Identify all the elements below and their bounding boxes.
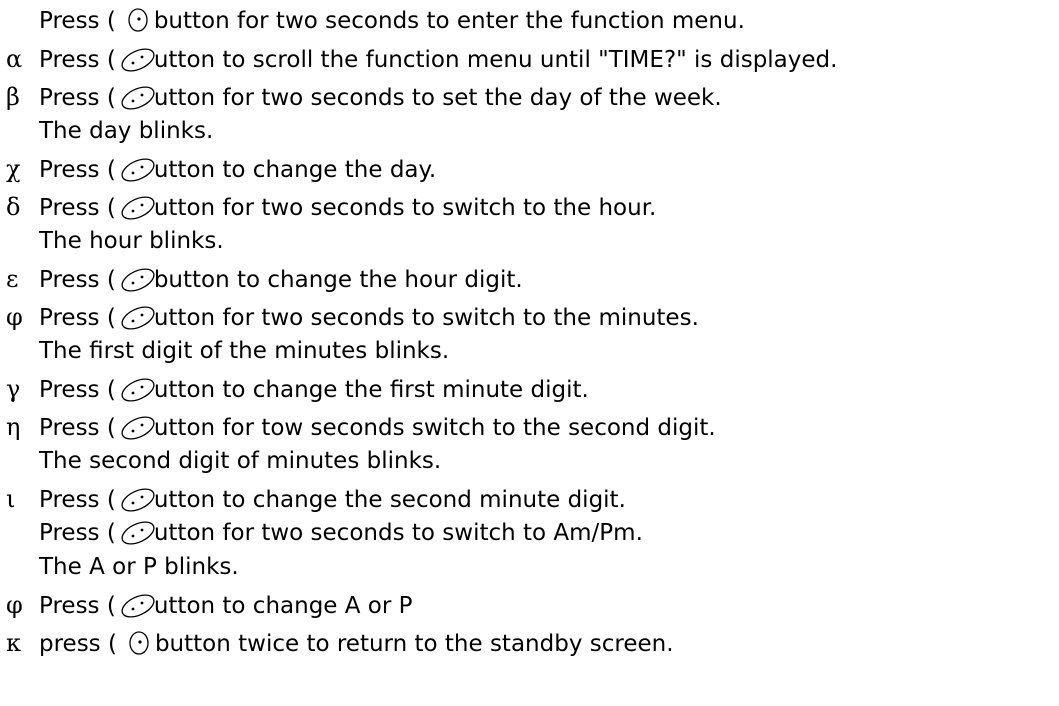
instruction-line: γ Press ( utton to change the first minute… [6,372,589,406]
instruction-line: Press ( utton for two seconds to switch t… [6,516,643,550]
list-marker: β [6,83,20,111]
instruction-line: φ Press ( utton to change A or P [6,588,413,622]
list-marker: φ [6,303,23,331]
press-text: Press ( [39,520,116,546]
instruction-line: φ Press ( utton for two seconds to switch … [6,300,699,334]
oval-button-icon [116,82,162,112]
list-marker: α [6,45,23,73]
list-marker: χ [6,155,21,183]
oval-button-icon [116,264,162,294]
oval-button-icon [116,44,162,74]
press-text: Press ( [39,487,116,513]
list-marker: κ [6,629,21,657]
instruction-line: χ Press ( utton to change the day. [6,152,436,186]
instruction-line: δ Press ( utton for two seconds to switch … [6,190,656,224]
instruction-document: Press ( button for two seconds to enter t… [0,0,1059,706]
press-text: Press ( [39,47,116,73]
instruction-text: button twice to return to the standby sc… [154,631,674,657]
instruction-line: η Press ( utton for tow seconds switch to … [6,410,716,444]
round-button-icon [117,628,163,658]
oval-button-icon [116,154,162,184]
instruction-text: utton for tow seconds switch to the seco… [153,415,716,441]
instruction-text: button for two seconds to enter the func… [153,8,745,34]
press-text: press ( [39,631,117,657]
instruction-line: α Press ( utton to scroll the function men… [6,42,837,76]
press-text: Press ( [39,157,116,183]
press-text: Press ( [39,195,116,221]
oval-button-icon [116,302,162,332]
instruction-note: The A or P blinks. [39,554,239,580]
instruction-text: utton for two seconds to switch to Am/Pm… [153,520,643,546]
instruction-note: The hour blinks. [39,228,224,254]
instruction-text: utton for two seconds to switch to the m… [153,305,699,331]
list-marker: ε [6,265,19,293]
press-text: Press ( [39,305,116,331]
round-button-icon [116,5,162,35]
press-text: Press ( [39,415,116,441]
list-marker: γ [6,375,21,403]
instruction-line: κ press ( button twice to return to the st… [6,626,674,660]
oval-button-icon [116,192,162,222]
instruction-text: utton to scroll the function menu until … [153,47,838,73]
press-text: Press ( [39,593,116,619]
oval-button-icon [116,590,162,620]
list-marker: η [6,413,21,441]
press-text: Press ( [39,267,116,293]
instruction-note: The second digit of minutes blinks. [39,448,442,474]
press-text: Press ( [39,377,116,403]
list-marker: ι [6,485,16,513]
instruction-line: Press ( button for two seconds to enter t… [6,4,745,38]
instruction-text: utton to change the first minute digit. [153,377,589,403]
list-marker: δ [6,193,21,221]
instruction-text: button to change the hour digit. [153,267,523,293]
instruction-text: utton to change the second minute digit. [153,487,626,513]
oval-button-icon [116,517,162,547]
oval-button-icon [116,412,162,442]
instruction-text: utton to change the day. [153,157,437,183]
oval-button-icon [116,374,162,404]
instruction-line: β Press ( utton for two seconds to set the… [6,80,722,114]
instruction-note: The day blinks. [39,118,214,144]
instruction-line: ε Press ( button to change the hour digit. [6,262,523,296]
instruction-line: ι Press ( utton to change the second minut… [6,482,626,516]
list-marker: φ [6,591,23,619]
oval-button-icon [116,484,162,514]
press-text: Press ( [39,8,116,34]
press-text: Press ( [39,85,116,111]
instruction-text: utton to change A or P [153,593,413,619]
instruction-text: utton for two seconds to switch to the h… [153,195,657,221]
instruction-text: utton for two seconds to set the day of … [153,85,722,111]
instruction-note: The first digit of the minutes blinks. [39,338,450,364]
